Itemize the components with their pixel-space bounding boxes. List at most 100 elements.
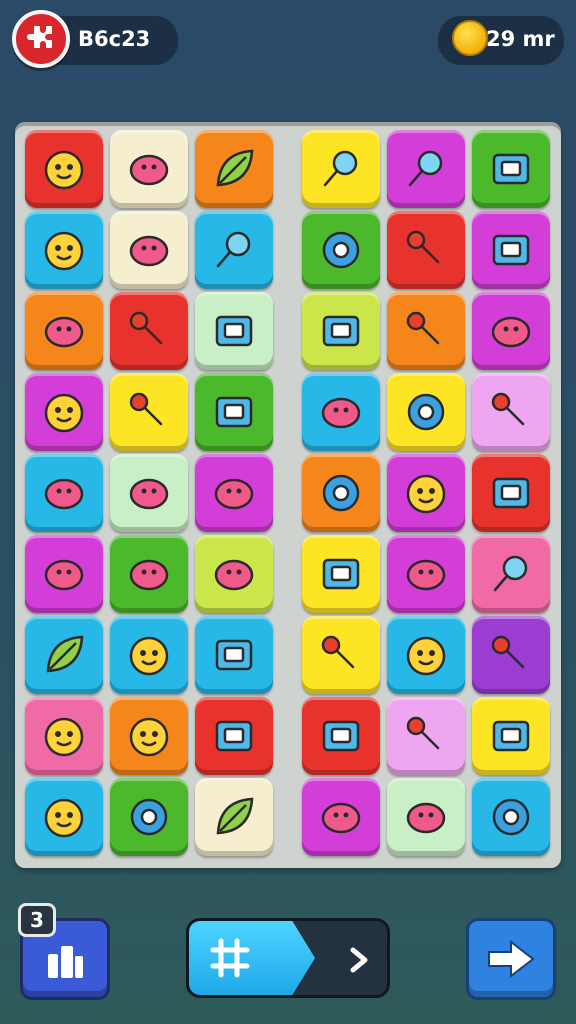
tile-feather-icon[interactable] bbox=[195, 130, 273, 208]
tile-gear-icon[interactable] bbox=[302, 454, 380, 532]
ring-icon bbox=[123, 791, 175, 843]
sun-face-icon bbox=[38, 386, 90, 438]
chat-box-icon bbox=[485, 224, 537, 276]
screwdriver-icon bbox=[123, 386, 175, 438]
tile-slime-icon[interactable] bbox=[25, 292, 103, 370]
tile-safe-icon[interactable] bbox=[302, 292, 380, 370]
tile-ring-icon[interactable] bbox=[110, 778, 188, 856]
tile-lollipop-icon[interactable] bbox=[110, 292, 188, 370]
tile-clock-icon[interactable] bbox=[110, 130, 188, 208]
tile-monster-icon[interactable] bbox=[387, 616, 465, 694]
tile-pin-icon[interactable] bbox=[387, 211, 465, 289]
tile-flower-face-icon[interactable] bbox=[387, 454, 465, 532]
tile-flower-face-icon[interactable] bbox=[110, 616, 188, 694]
tile-magnifier-icon[interactable] bbox=[387, 130, 465, 208]
tile-magnifier-icon[interactable] bbox=[195, 211, 273, 289]
tile-ring-icon[interactable] bbox=[387, 373, 465, 451]
tile-leaf-icon[interactable] bbox=[195, 778, 273, 856]
tile-lips-icon[interactable] bbox=[387, 535, 465, 613]
next-arrow-button[interactable] bbox=[466, 918, 556, 1000]
tile-rocket-icon[interactable] bbox=[387, 697, 465, 775]
chevron-right-icon bbox=[350, 947, 368, 973]
tile-speech-bubble-icon[interactable] bbox=[110, 535, 188, 613]
network-icon bbox=[315, 386, 367, 438]
cheese-icon bbox=[315, 791, 367, 843]
tile-cheese-icon[interactable] bbox=[302, 778, 380, 856]
tile-card-icon[interactable] bbox=[195, 373, 273, 451]
tile-wrench-icon[interactable] bbox=[302, 616, 380, 694]
tile-swirl-candy-icon[interactable] bbox=[110, 211, 188, 289]
lips-icon bbox=[400, 548, 452, 600]
tile-robot-head-icon[interactable] bbox=[302, 535, 380, 613]
tile-owl-icon[interactable] bbox=[25, 778, 103, 856]
tile-pink-face-icon[interactable] bbox=[25, 130, 103, 208]
owl-icon bbox=[38, 791, 90, 843]
tile-crayon-icon[interactable] bbox=[472, 616, 550, 694]
tile-network-icon[interactable] bbox=[302, 373, 380, 451]
tile-screwdriver-icon[interactable] bbox=[110, 373, 188, 451]
cube-icon bbox=[315, 710, 367, 762]
tile-sandwich-icon[interactable] bbox=[387, 778, 465, 856]
sandwich-icon bbox=[400, 791, 452, 843]
tile-gear-icon[interactable] bbox=[472, 778, 550, 856]
tile-key-icon[interactable] bbox=[302, 130, 380, 208]
tile-sun-face-icon[interactable] bbox=[25, 373, 103, 451]
card-icon bbox=[208, 386, 260, 438]
tile-cat-face-icon[interactable] bbox=[110, 697, 188, 775]
magnifier-icon bbox=[400, 143, 452, 195]
tile-leaf-icon[interactable] bbox=[25, 616, 103, 694]
tile-fish-icon[interactable] bbox=[472, 292, 550, 370]
swirl-candy-icon bbox=[123, 224, 175, 276]
puzzle-piece-icon[interactable] bbox=[12, 10, 70, 68]
tile-train-icon[interactable] bbox=[195, 697, 273, 775]
door-icon bbox=[38, 467, 90, 519]
tile-bowl-icon[interactable] bbox=[25, 697, 103, 775]
score-text: B6c23 bbox=[78, 27, 151, 51]
chick-icon bbox=[38, 224, 90, 276]
tile-box-icon[interactable] bbox=[472, 697, 550, 775]
tile-bottle-icon[interactable] bbox=[387, 292, 465, 370]
tile-robot-icon[interactable] bbox=[195, 292, 273, 370]
magnifier-icon bbox=[208, 224, 260, 276]
bean-icon bbox=[123, 467, 175, 519]
fish-icon bbox=[485, 305, 537, 357]
tile-door-icon[interactable] bbox=[25, 454, 103, 532]
speech-bubble-icon bbox=[123, 548, 175, 600]
tile-chat-box-icon[interactable] bbox=[472, 211, 550, 289]
flower-face-icon bbox=[400, 467, 452, 519]
tile-camera-icon[interactable] bbox=[195, 616, 273, 694]
tile-cube-icon[interactable] bbox=[302, 697, 380, 775]
tile-bean-icon[interactable] bbox=[110, 454, 188, 532]
key-icon bbox=[485, 548, 537, 600]
tile-window-icon[interactable] bbox=[472, 130, 550, 208]
tile-broom-icon[interactable] bbox=[195, 454, 273, 532]
tile-unicorn-icon[interactable] bbox=[25, 535, 103, 613]
monster-icon bbox=[400, 629, 452, 681]
feather-icon bbox=[208, 143, 260, 195]
leaf-icon bbox=[208, 791, 260, 843]
arrow-right-icon bbox=[488, 939, 535, 979]
leaf-icon bbox=[38, 629, 90, 681]
gear-icon bbox=[315, 467, 367, 519]
tile-gear-icon[interactable] bbox=[302, 211, 380, 289]
tile-paper-plane-icon[interactable] bbox=[195, 535, 273, 613]
horn-icon bbox=[485, 386, 537, 438]
tile-key-icon[interactable] bbox=[472, 535, 550, 613]
grid-segment[interactable] bbox=[189, 921, 315, 995]
safe-icon bbox=[315, 305, 367, 357]
camera-icon bbox=[208, 629, 260, 681]
clock-icon bbox=[123, 143, 175, 195]
bowl-icon bbox=[38, 710, 90, 762]
rocket-icon bbox=[400, 710, 452, 762]
tile-horn-icon[interactable] bbox=[472, 373, 550, 451]
tile-battery-icon[interactable] bbox=[472, 454, 550, 532]
paper-plane-icon bbox=[208, 548, 260, 600]
crayon-icon bbox=[485, 629, 537, 681]
flower-face-icon bbox=[123, 629, 175, 681]
robot-head-icon bbox=[315, 548, 367, 600]
tile-chick-icon[interactable] bbox=[25, 211, 103, 289]
grid-icon bbox=[210, 938, 250, 978]
ring-icon bbox=[400, 386, 452, 438]
grid-next-button[interactable] bbox=[186, 918, 390, 998]
gear-icon bbox=[485, 791, 537, 843]
